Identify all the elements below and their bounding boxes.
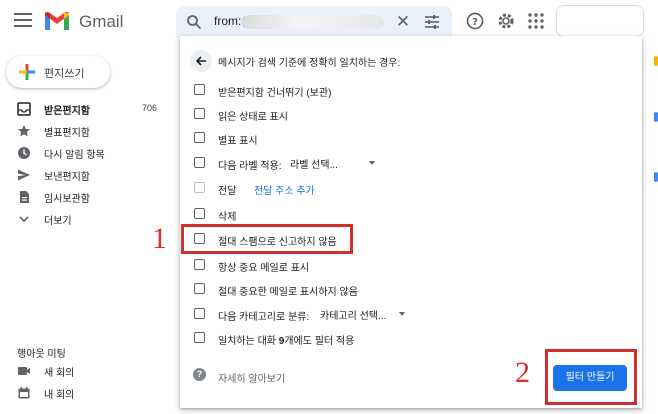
list-edge-marker	[654, 56, 658, 66]
chevron-down-icon[interactable]	[369, 161, 375, 165]
video-icon	[18, 367, 30, 375]
sidebar-item-label: 받은편지함	[44, 106, 90, 117]
option-label-post: 개에도 필터 적용	[284, 336, 355, 347]
sidebar-item-drafts[interactable]: 임시보관함	[0, 186, 170, 208]
option-delete[interactable]: 삭제	[180, 204, 642, 224]
option-label: 다음 카테고리로 분류:	[218, 312, 310, 323]
panel-header: 메시지가 검색 기준에 정확히 일치하는 경우:	[218, 58, 401, 69]
chevron-down-icon	[19, 216, 29, 223]
star-icon	[18, 125, 30, 137]
checkbox[interactable]	[194, 132, 205, 143]
file-icon	[20, 191, 29, 203]
sidebar-item-label: 다시 알림 항목	[44, 150, 105, 161]
option-label: 절대 중요한 메일로 표시하지 않음	[218, 287, 358, 298]
sidebar-item-new-meeting[interactable]: 새 회의	[0, 360, 170, 382]
chevron-down-icon[interactable]	[399, 312, 405, 316]
compose-button[interactable]: 편지쓰기	[6, 56, 110, 88]
checkbox[interactable]	[194, 157, 205, 168]
list-edge-marker	[654, 112, 658, 122]
option-skip-inbox[interactable]: 받은편지함 건너뛰기 (보관)	[180, 80, 642, 100]
option-label: 받은편지함 건너뛰기 (보관)	[218, 88, 332, 99]
option-forward[interactable]: 전달 전달 주소 추가	[180, 178, 642, 198]
checkbox[interactable]	[194, 332, 205, 343]
sidebar-item-more[interactable]: 더보기	[0, 208, 170, 230]
option-label: 일치하는 대화 9개에도 필터 적용	[218, 332, 354, 347]
meet-section-title: 행아웃 미팅	[17, 349, 66, 360]
plus-icon	[19, 64, 35, 80]
compose-label: 편지쓰기	[44, 68, 85, 80]
send-icon	[18, 169, 30, 181]
checkbox[interactable]	[194, 182, 205, 193]
help-icon[interactable]: ?	[193, 368, 206, 381]
arrow-left-icon	[195, 56, 206, 66]
main-menu-icon[interactable]	[14, 13, 32, 27]
calendar-icon	[18, 387, 30, 399]
clock-icon	[18, 147, 30, 159]
unread-count: 706	[142, 103, 158, 113]
checkbox[interactable]	[194, 108, 205, 119]
redacted-text	[242, 15, 384, 29]
close-icon[interactable]: ✕	[394, 13, 412, 31]
sidebar-item-my-meetings[interactable]: 내 회의	[0, 382, 170, 404]
checkbox[interactable]	[194, 208, 205, 219]
sidebar-item-starred[interactable]: 별표편지함	[0, 120, 170, 142]
sidebar-item-label: 새 회의	[44, 368, 75, 379]
back-button[interactable]	[190, 50, 212, 72]
checkbox[interactable]	[194, 259, 205, 270]
sidebar-item-label: 내 회의	[44, 390, 75, 401]
gmail-logo-icon[interactable]	[44, 11, 70, 31]
option-label: 읽은 상태로 표시	[218, 112, 288, 123]
sidebar-item-label: 별표편지함	[44, 128, 90, 139]
option-apply-to-matching[interactable]: 일치하는 대화 9개에도 필터 적용	[180, 328, 642, 348]
apps-grid-icon[interactable]	[526, 11, 546, 31]
checkbox[interactable]	[194, 308, 205, 319]
option-categorize[interactable]: 다음 카테고리로 분류: 카테고리 선택...	[180, 304, 642, 324]
option-mark-as-read[interactable]: 읽은 상태로 표시	[180, 104, 642, 124]
option-label: 다음 라벨 적용:	[218, 161, 282, 172]
learn-more-link[interactable]: 자세히 알아보기	[218, 370, 285, 385]
add-forwarding-address-link[interactable]: 전달 주소 추가	[254, 182, 315, 197]
search-input[interactable]: from:(	[214, 14, 245, 28]
app-brand: Gmail	[79, 12, 124, 31]
search-icon[interactable]	[186, 14, 202, 30]
option-label: 삭제	[218, 212, 237, 223]
checkbox[interactable]	[194, 84, 205, 95]
option-always-important[interactable]: 항상 중요 메일로 표시	[180, 255, 642, 275]
sidebar-item-label: 더보기	[44, 216, 72, 227]
list-edge-marker	[654, 172, 658, 182]
annotation-number-2: 2	[515, 356, 530, 389]
sidebar-item-label: 임시보관함	[44, 194, 90, 205]
option-label: 항상 중요 메일로 표시	[218, 263, 310, 274]
sidebar-item-label: 보낸편지함	[44, 172, 90, 183]
annotation-number-1: 1	[152, 222, 167, 255]
option-label-pre: 일치하는 대화	[218, 336, 279, 347]
option-never-important[interactable]: 절대 중요한 메일로 표시하지 않음	[180, 279, 642, 299]
tune-icon[interactable]	[424, 14, 440, 30]
label-select[interactable]: 라벨 선택...	[290, 156, 338, 171]
sidebar-item-inbox[interactable]: 받은편지함 706	[0, 98, 170, 120]
option-label: 전달	[218, 186, 237, 197]
svg-text:?: ?	[472, 17, 478, 28]
account-area[interactable]	[556, 5, 644, 37]
help-icon[interactable]: ?	[465, 11, 485, 31]
sidebar-item-snoozed[interactable]: 다시 알림 항목	[0, 142, 170, 164]
highlight-box-never-spam	[181, 224, 353, 254]
option-label: 별표 표시	[218, 136, 258, 147]
highlight-box-create-filter	[545, 349, 637, 405]
inbox-icon	[17, 102, 31, 116]
sidebar-item-sent[interactable]: 보낸편지함	[0, 164, 170, 186]
checkbox[interactable]	[194, 283, 205, 294]
option-star-it[interactable]: 별표 표시	[180, 128, 642, 148]
gear-icon[interactable]	[496, 11, 516, 31]
search-bar[interactable]: from:( ✕	[176, 6, 452, 38]
category-select[interactable]: 카테고리 선택...	[320, 307, 386, 322]
option-apply-label[interactable]: 다음 라벨 적용: 라벨 선택...	[180, 153, 642, 173]
